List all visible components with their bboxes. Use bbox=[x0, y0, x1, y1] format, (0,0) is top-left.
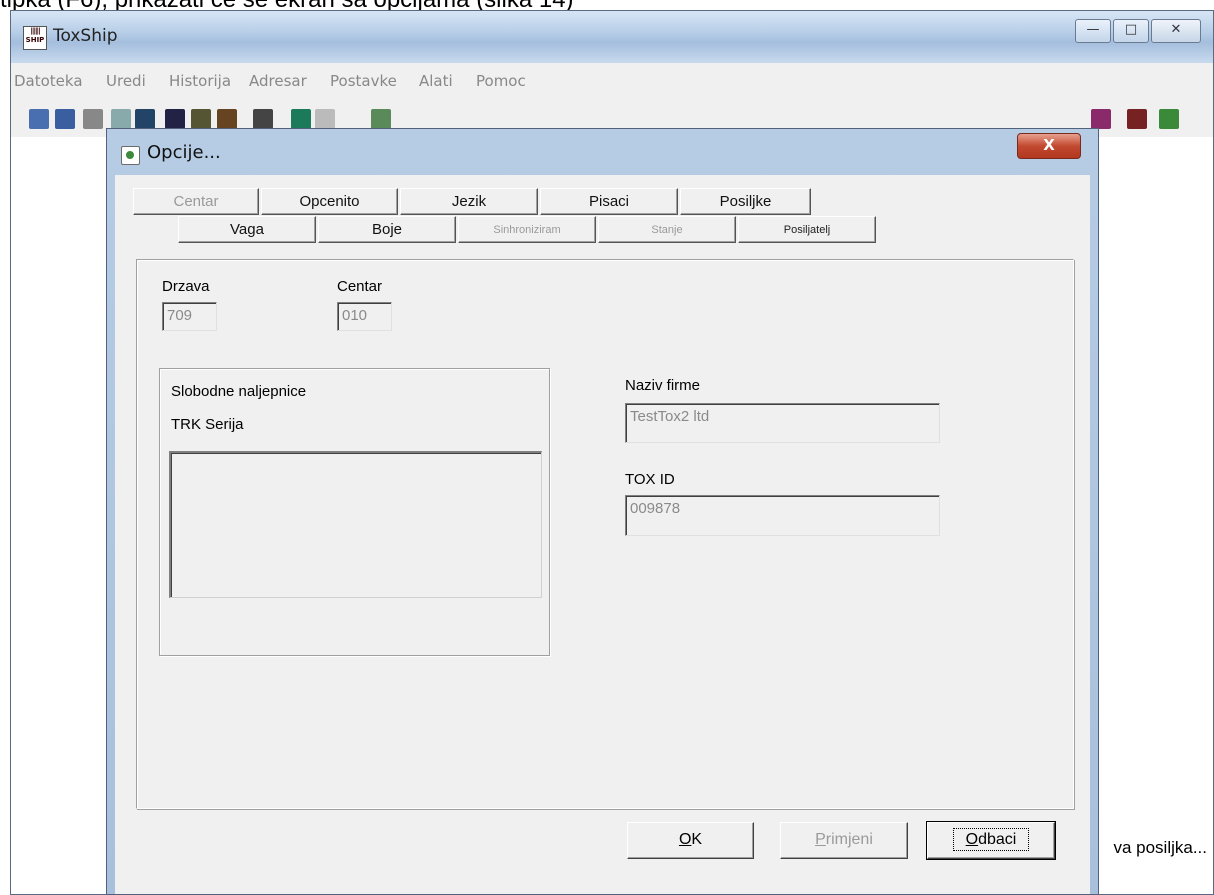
scan-icon[interactable] bbox=[253, 109, 273, 129]
exit-door-icon[interactable] bbox=[1159, 109, 1179, 129]
tab-centar[interactable]: Centar bbox=[133, 188, 259, 215]
menu-pomoc[interactable]: Pomoc bbox=[476, 72, 526, 90]
centar-field[interactable]: 010 bbox=[337, 302, 392, 331]
edit-icon[interactable] bbox=[29, 109, 49, 129]
grid-icon[interactable] bbox=[291, 109, 311, 129]
naziv-firme-label: Naziv firme bbox=[625, 377, 701, 394]
minimize-icon[interactable]: — bbox=[1075, 19, 1111, 43]
menu-bar: Datoteka Uredi Historija Adresar Postavk… bbox=[11, 63, 1213, 100]
menu-alati[interactable]: Alati bbox=[419, 72, 453, 90]
dialog-close-button[interactable]: X bbox=[1017, 133, 1081, 159]
search-icon[interactable] bbox=[111, 109, 131, 129]
calc-icon[interactable] bbox=[135, 109, 155, 129]
group-title: Slobodne naljepnice bbox=[171, 383, 307, 400]
naziv-firme-field[interactable]: TestTox2 ltd bbox=[625, 403, 940, 443]
apply-button[interactable]: Primjeni bbox=[780, 822, 908, 859]
tab-posiljke[interactable]: Posiljke bbox=[680, 188, 811, 215]
book-icon[interactable] bbox=[191, 109, 211, 129]
tab-vaga[interactable]: Vaga bbox=[178, 216, 316, 243]
menu-historija[interactable]: Historija bbox=[169, 72, 231, 90]
dialog-client-area: Centar Opcenito Jezik Pisaci Posiljke Va… bbox=[115, 175, 1090, 894]
print-icon[interactable] bbox=[83, 109, 103, 129]
main-titlebar[interactable]: |||||| SHIP ToxShip — □ ✕ bbox=[11, 11, 1213, 63]
tab-content-panel: Drzava 709 Centar 010 Slobodne naljepnic… bbox=[136, 259, 1074, 809]
menu-uredi[interactable]: Uredi bbox=[106, 72, 146, 90]
maximize-icon[interactable]: □ bbox=[1113, 19, 1149, 43]
list-icon[interactable] bbox=[315, 109, 335, 129]
help-book-icon[interactable] bbox=[1091, 109, 1111, 129]
menu-datoteka[interactable]: Datoteka bbox=[14, 72, 83, 90]
window-controls: — □ ✕ bbox=[1073, 19, 1201, 43]
drzava-field[interactable]: 709 bbox=[162, 302, 217, 331]
import-icon[interactable] bbox=[55, 109, 75, 129]
options-dialog: Opcije... X Centar Opcenito Jezik Pisaci… bbox=[106, 128, 1099, 895]
tox-id-field[interactable]: 009878 bbox=[625, 495, 940, 536]
dialog-title: Opcije... bbox=[147, 142, 221, 163]
focus-rect: Odbaci bbox=[952, 828, 1030, 851]
close-icon[interactable]: ✕ bbox=[1151, 19, 1201, 43]
trk-label: TRK Serija bbox=[171, 416, 244, 433]
free-labels-group: Slobodne naljepnice TRK Serija bbox=[159, 368, 550, 656]
tab-stanje[interactable]: Stanje bbox=[598, 216, 736, 243]
tab-sinhroniziram[interactable]: Sinhroniziram bbox=[458, 216, 596, 243]
dialog-app-icon bbox=[121, 146, 140, 165]
route-icon[interactable] bbox=[217, 109, 237, 129]
tab-pisaci[interactable]: Pisaci bbox=[540, 188, 678, 215]
tab-posiljatelj[interactable]: Posiljatelj bbox=[738, 216, 876, 243]
cancel-button[interactable]: Odbaci bbox=[926, 821, 1056, 860]
tox-id-label: TOX ID bbox=[625, 471, 675, 488]
new-icon[interactable] bbox=[165, 109, 185, 129]
tab-jezik[interactable]: Jezik bbox=[400, 188, 538, 215]
ok-button[interactable]: OK bbox=[627, 822, 754, 859]
refresh-icon[interactable] bbox=[371, 109, 391, 129]
status-text: va posiljka... bbox=[1113, 838, 1207, 857]
menu-adresar[interactable]: Adresar bbox=[249, 72, 307, 90]
drzava-label: Drzava bbox=[162, 278, 210, 295]
tab-boje[interactable]: Boje bbox=[318, 216, 456, 243]
app-title: ToxShip bbox=[53, 26, 118, 46]
tab-opcenito[interactable]: Opcenito bbox=[261, 188, 398, 215]
menu-postavke[interactable]: Postavke bbox=[330, 72, 397, 90]
ship-icon[interactable] bbox=[1127, 109, 1147, 129]
app-logo-icon: |||||| SHIP bbox=[23, 26, 47, 50]
centar-label: Centar bbox=[337, 278, 383, 295]
trk-serija-listbox[interactable] bbox=[169, 451, 542, 598]
